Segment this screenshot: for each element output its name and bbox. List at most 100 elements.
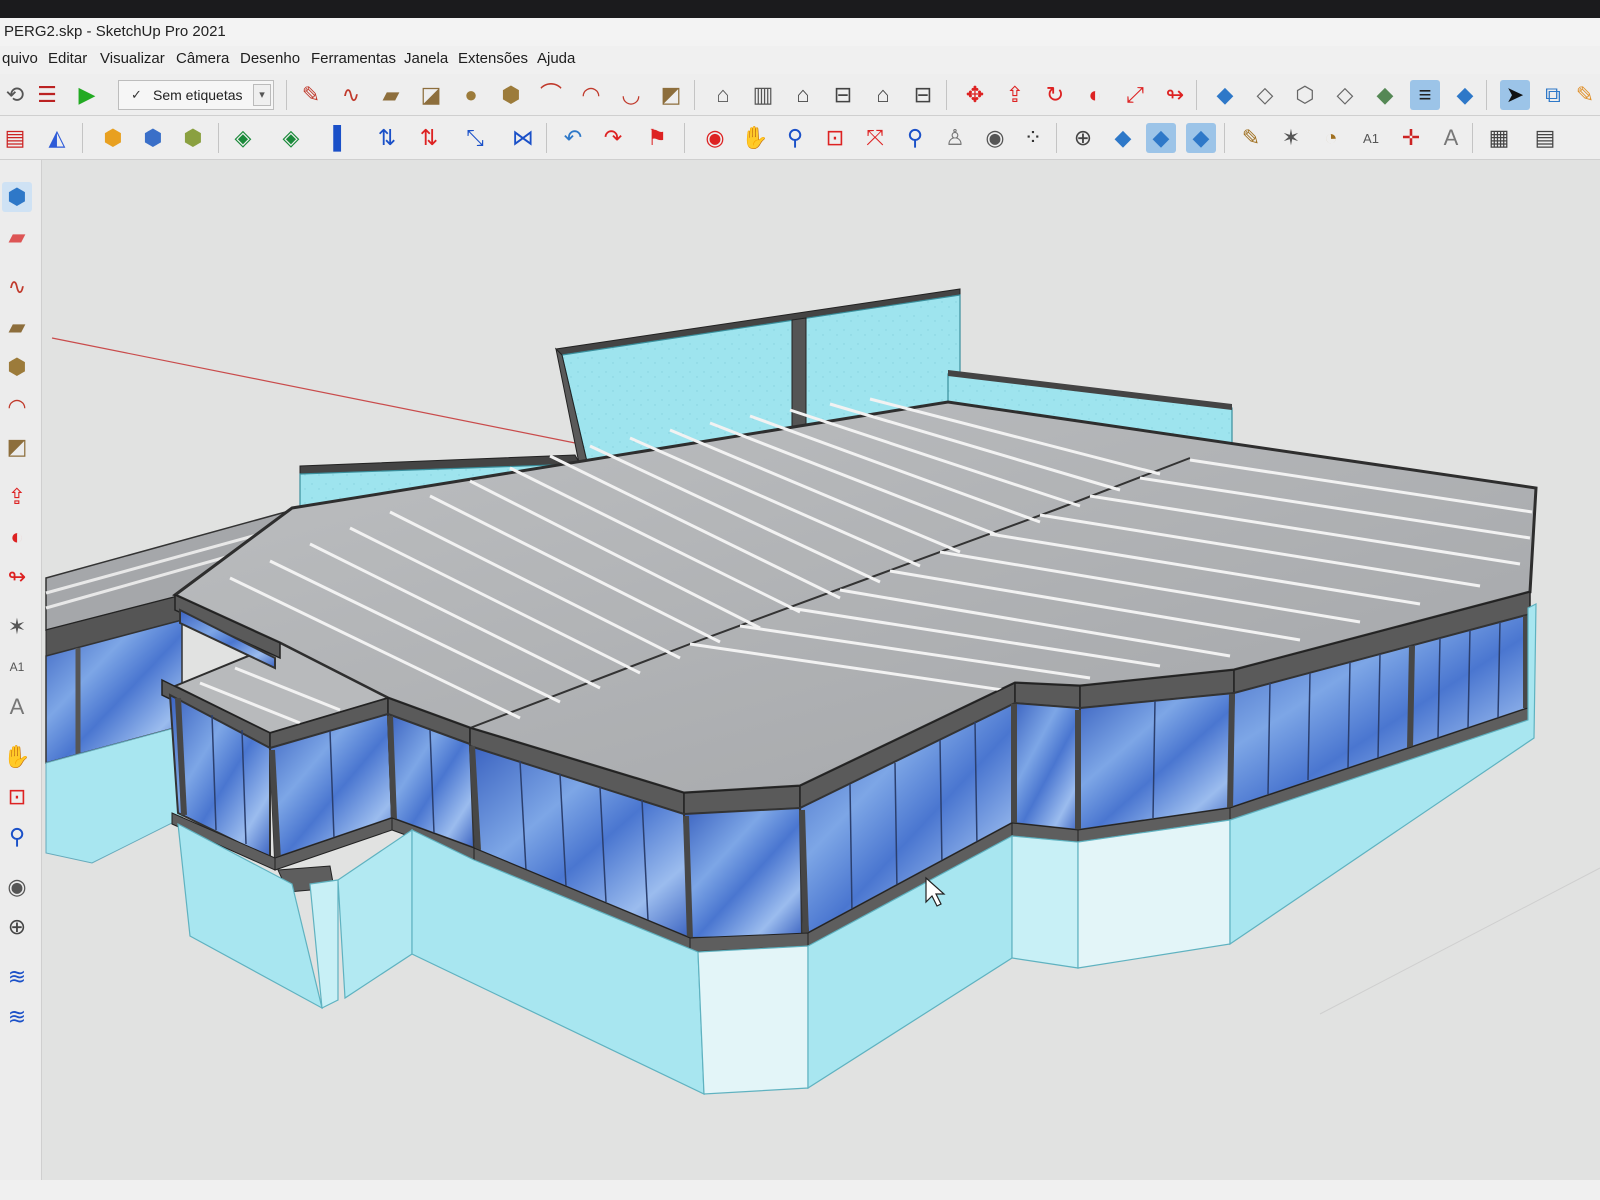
- right-view-icon[interactable]: ⊟: [828, 80, 858, 110]
- lasso-icon[interactable]: ⟲: [0, 80, 30, 110]
- wireframe-style-icon[interactable]: ◇: [1250, 80, 1280, 110]
- extension-warehouse-icon[interactable]: ▤: [1530, 123, 1560, 153]
- polygon-icon[interactable]: ⬢: [496, 80, 526, 110]
- pencil-icon[interactable]: ✎: [296, 80, 326, 110]
- back-view-icon[interactable]: ⌂: [868, 80, 898, 110]
- sandbox-icon[interactable]: ◭: [42, 123, 72, 153]
- crosshair-icon[interactable]: ⊕: [1068, 123, 1098, 153]
- stamp-icon[interactable]: ⇅: [372, 123, 402, 153]
- tag-selector[interactable]: ✓ Sem etiquetas ▾: [118, 80, 274, 110]
- warehouse-icon[interactable]: ▦: [1484, 123, 1514, 153]
- walk-icon[interactable]: ⁘: [1018, 123, 1048, 153]
- dimension-icon[interactable]: ✶: [2, 612, 32, 642]
- look-around-icon[interactable]: ◉: [2, 872, 32, 902]
- 3d-text-icon[interactable]: A: [2, 692, 32, 722]
- add-detail-icon[interactable]: ⤡: [460, 123, 490, 153]
- pan-icon[interactable]: ✋: [2, 742, 32, 772]
- model-info-icon[interactable]: ☰: [32, 80, 62, 110]
- blue-cube-icon[interactable]: ◆: [1108, 123, 1138, 153]
- rectangle-icon[interactable]: ▰: [376, 80, 406, 110]
- section-plane-icon[interactable]: ▤: [0, 123, 30, 153]
- select-arrow-icon[interactable]: ➤: [1500, 80, 1530, 110]
- solid-intersect-icon[interactable]: ⬢: [138, 123, 168, 153]
- drape-icon[interactable]: ⇅: [414, 123, 444, 153]
- parallel-projection-icon[interactable]: ◆: [1186, 123, 1216, 153]
- smoove-icon[interactable]: ▌: [326, 123, 356, 153]
- follow-me-icon[interactable]: ◐: [2, 522, 32, 552]
- arc-icon[interactable]: ◠: [2, 392, 32, 422]
- paint-bucket-icon[interactable]: ✎: [1570, 80, 1600, 110]
- scale-icon[interactable]: ⤢: [1120, 80, 1150, 110]
- dimension-icon[interactable]: ✶: [1276, 123, 1306, 153]
- zoom-extents-icon[interactable]: ⤧: [860, 123, 890, 153]
- eraser-icon[interactable]: ▰: [2, 222, 32, 252]
- make-component-icon[interactable]: ⬢: [2, 182, 32, 212]
- rotate-icon[interactable]: ↻: [1040, 80, 1070, 110]
- 3d-text-icon[interactable]: A: [1436, 123, 1466, 153]
- push-pull-icon[interactable]: ⇪: [2, 482, 32, 512]
- model-viewport[interactable]: [42, 160, 1600, 1200]
- menu-visualizar[interactable]: Visualizar: [100, 50, 165, 67]
- hidden-line-style-icon[interactable]: ⬡: [1290, 80, 1320, 110]
- orbit-icon[interactable]: ◉: [700, 123, 730, 153]
- three-point-arc-icon[interactable]: ◡: [616, 80, 646, 110]
- flag-icon[interactable]: ⚑: [642, 123, 672, 153]
- shaded-style-icon[interactable]: ◇: [1330, 80, 1360, 110]
- menu-ferramentas[interactable]: Ferramentas: [311, 50, 396, 67]
- solid-union-icon[interactable]: ⬢: [98, 123, 128, 153]
- menu-extensoes[interactable]: Extensões: [458, 50, 528, 67]
- push-pull-icon[interactable]: ⇪: [1000, 80, 1030, 110]
- polygon-icon[interactable]: ⬢: [2, 352, 32, 382]
- component-icon[interactable]: ⧉: [1538, 80, 1568, 110]
- menu-janela[interactable]: Janela: [404, 50, 448, 67]
- crosshair-icon[interactable]: ⊕: [2, 912, 32, 942]
- iso-view-icon[interactable]: ⌂: [708, 80, 738, 110]
- from-contours-icon[interactable]: ◈: [228, 123, 258, 153]
- rotated-rectangle-icon[interactable]: ◪: [416, 80, 446, 110]
- two-point-arc-icon[interactable]: ◠: [576, 80, 606, 110]
- pie-icon[interactable]: ◩: [656, 80, 686, 110]
- previous-view-icon[interactable]: ⚲: [900, 123, 930, 153]
- shaded-textures-style-icon[interactable]: ◆: [1370, 80, 1400, 110]
- sandbox-settings-icon[interactable]: ≋: [2, 1002, 32, 1032]
- text-label-icon[interactable]: A1: [1356, 123, 1386, 153]
- menu-editar[interactable]: Editar: [48, 50, 87, 67]
- front-view-icon[interactable]: ⌂: [788, 80, 818, 110]
- undo-icon[interactable]: ↶: [558, 123, 588, 153]
- xray-style-icon[interactable]: ◆: [1210, 80, 1240, 110]
- axes-icon[interactable]: ✛: [1396, 123, 1426, 153]
- offset-icon[interactable]: ↬: [2, 562, 32, 592]
- menu-ajuda[interactable]: Ajuda: [537, 50, 575, 67]
- menu-camera[interactable]: Câmera: [176, 50, 229, 67]
- from-scratch-icon[interactable]: ◈: [276, 123, 306, 153]
- circle-icon[interactable]: ●: [456, 80, 486, 110]
- offset-icon[interactable]: ↬: [1160, 80, 1190, 110]
- menu-arquivo[interactable]: quivo: [2, 50, 38, 67]
- blue-cube-icon[interactable]: ◆: [1450, 80, 1480, 110]
- text-label-icon[interactable]: A1: [2, 652, 32, 682]
- model-canvas[interactable]: [42, 160, 1600, 1200]
- redo-icon[interactable]: ↷: [598, 123, 628, 153]
- top-view-icon[interactable]: ▥: [748, 80, 778, 110]
- freehand-icon[interactable]: ∿: [2, 272, 32, 302]
- pie-icon[interactable]: ◩: [2, 432, 32, 462]
- flip-edge-icon[interactable]: ⋈: [508, 123, 538, 153]
- menu-desenho[interactable]: Desenho: [240, 50, 300, 67]
- freehand-icon[interactable]: ∿: [336, 80, 366, 110]
- rectangle-icon[interactable]: ▰: [2, 312, 32, 342]
- zoom-window-icon[interactable]: ⊡: [820, 123, 850, 153]
- pan-icon[interactable]: ✋: [740, 123, 770, 153]
- protractor-icon[interactable]: ◔: [1316, 123, 1346, 153]
- sandbox-wave-icon[interactable]: ≋: [2, 962, 32, 992]
- perspective-icon[interactable]: ◆: [1146, 123, 1176, 153]
- monochrome-style-icon[interactable]: ≡: [1410, 80, 1440, 110]
- move-icon[interactable]: ✥: [960, 80, 990, 110]
- follow-me-icon[interactable]: ◐: [1080, 80, 1110, 110]
- tape-measure-icon[interactable]: ✎: [1236, 123, 1266, 153]
- arc-icon[interactable]: ⌒: [536, 80, 566, 110]
- play-scene-icon[interactable]: ▶: [72, 80, 102, 110]
- position-camera-icon[interactable]: ♙: [940, 123, 970, 153]
- chevron-down-icon[interactable]: ▾: [253, 84, 271, 106]
- zoom-window-icon[interactable]: ⊡: [2, 782, 32, 812]
- zoom-icon[interactable]: ⚲: [2, 822, 32, 852]
